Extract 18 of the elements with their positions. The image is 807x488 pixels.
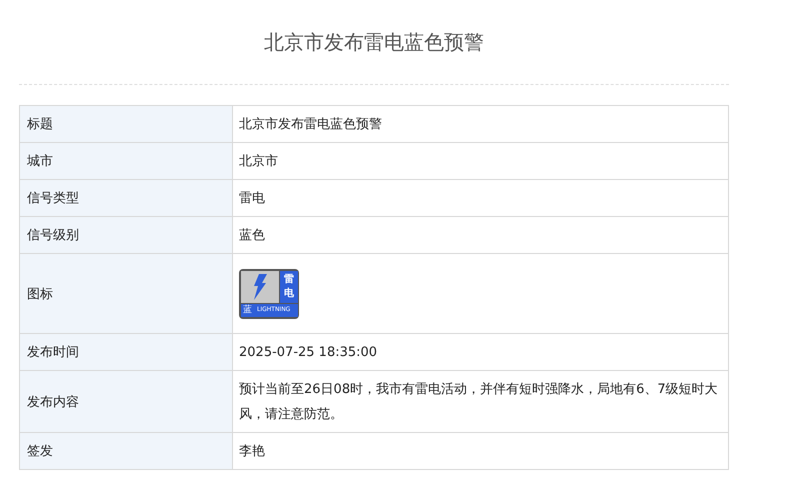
table-cell: 李艳 (239, 444, 265, 458)
row-label: 发布时间 (20, 334, 232, 370)
row-label: 城市 (20, 142, 232, 180)
page-title: 北京市发布雷电蓝色预警 (263, 29, 485, 56)
row-label: 标题 (20, 106, 232, 142)
row-label: 图标 (20, 254, 232, 334)
table-cell: 雷电 (239, 190, 265, 206)
table-cell: 北京市发布雷电蓝色预警 (239, 116, 382, 132)
table-cell: 蓝色 (239, 228, 265, 242)
sign-name: 雷电 (284, 272, 294, 300)
table-cell: 2025-07-25 18:35:00 (239, 344, 378, 360)
sign-level: 蓝 (242, 306, 253, 314)
table-cell: 北京市 (239, 154, 278, 168)
row-label: 信号级别 (20, 216, 232, 254)
table-cell: 预计当前至26日08时，我市有雷电活动，并伴有短时强降水，局地有6、7级短时大风，请注意防范。 (239, 382, 718, 422)
row-label: 发布内容 (20, 370, 232, 432)
row-label: 信号类型 (20, 180, 232, 216)
row-label: 签发 (20, 432, 232, 470)
